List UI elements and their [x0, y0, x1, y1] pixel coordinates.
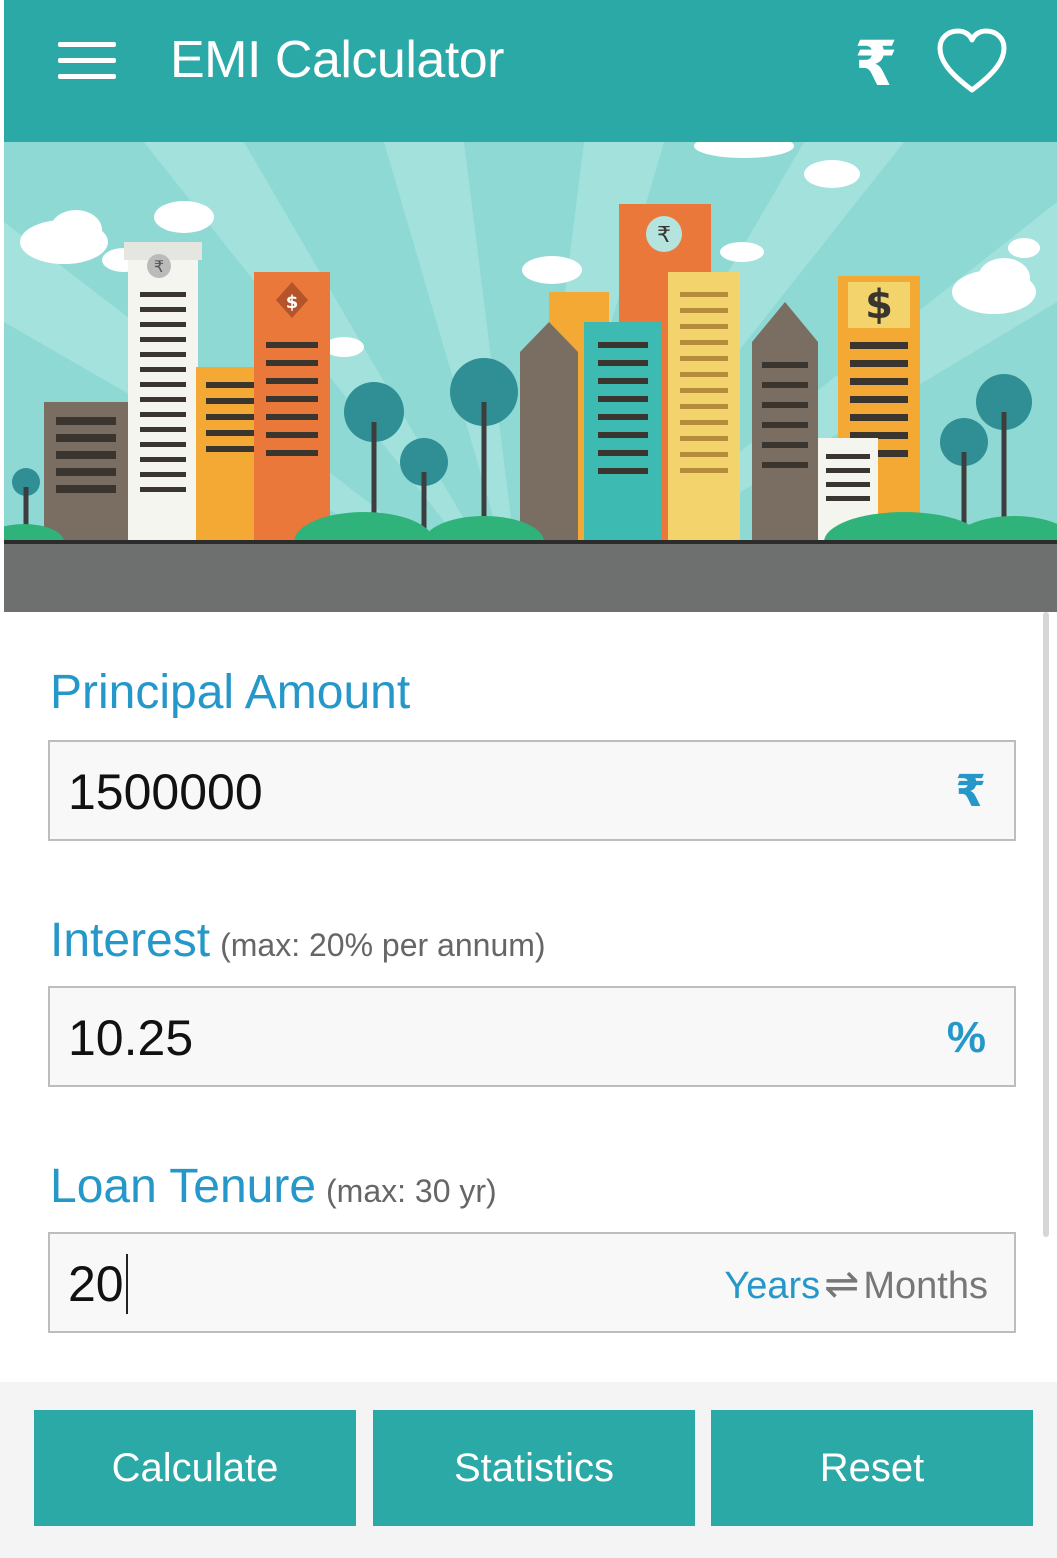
text-cursor [125, 1254, 128, 1314]
menu-icon[interactable] [54, 38, 124, 84]
loan-tenure-field[interactable]: 20 Years⇌ Months [48, 1232, 1016, 1333]
scrollbar[interactable] [1043, 612, 1049, 1237]
heart-icon[interactable] [934, 26, 1010, 96]
percent-suffix-icon: % [946, 1013, 986, 1062]
app-bar: EMI Calculator ₹ [4, 0, 1057, 142]
loan-tenure-value: 20 [68, 1254, 128, 1314]
tenure-unit-toggle[interactable]: Years⇌ Months [724, 1256, 988, 1314]
principal-label: Principal Amount [50, 666, 411, 719]
interest-hint: (max: 20% per annum) [220, 927, 546, 963]
rupee-icon[interactable]: ₹ [846, 24, 906, 104]
banner-rupee-sign: ₹ [154, 257, 164, 276]
statistics-button[interactable]: Statistics [373, 1410, 695, 1526]
months-unit[interactable]: Months [863, 1265, 988, 1307]
loan-tenure-label: Loan Tenure (max: 30 yr) [50, 1160, 497, 1213]
interest-label: Interest (max: 20% per annum) [50, 914, 546, 967]
swap-arrows-icon[interactable]: ⇌ [824, 1259, 859, 1308]
city-banner-illustration: ₹ $ ₹ $ [4, 142, 1057, 612]
reset-button[interactable]: Reset [711, 1410, 1033, 1526]
banner-dollar-sign-left: $ [286, 292, 299, 313]
banner-rupee-sign-tower: ₹ [657, 223, 671, 248]
rupee-suffix-icon: ₹ [955, 767, 986, 816]
principal-amount-field[interactable]: 1500000 ₹ [48, 740, 1016, 841]
interest-rate-field[interactable]: 10.25 % [48, 986, 1016, 1087]
banner-dollar-sign-right: $ [865, 282, 893, 328]
calculate-button[interactable]: Calculate [34, 1410, 356, 1526]
app-title: EMI Calculator [170, 31, 505, 89]
years-unit[interactable]: Years [724, 1265, 820, 1307]
loan-tenure-hint: (max: 30 yr) [326, 1173, 497, 1209]
principal-amount-value: 1500000 [68, 764, 263, 820]
interest-rate-value: 10.25 [68, 1010, 194, 1066]
